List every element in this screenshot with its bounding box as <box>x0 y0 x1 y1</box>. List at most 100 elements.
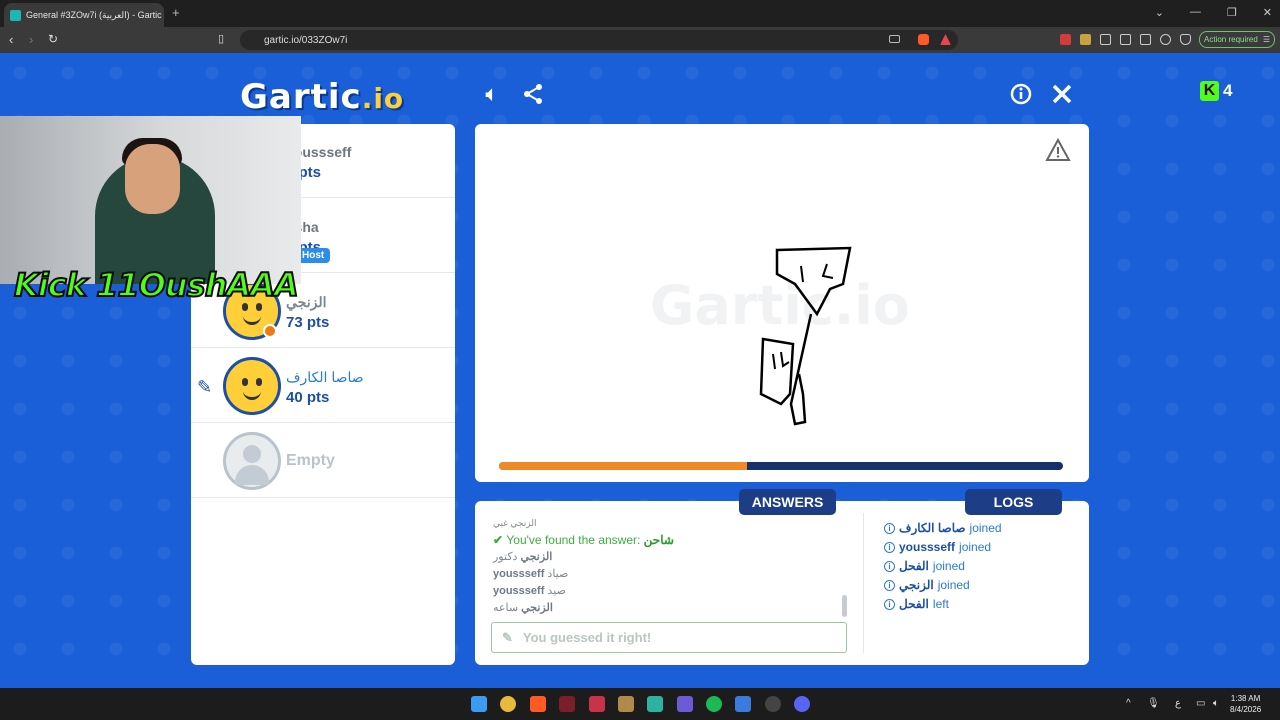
back-icon[interactable]: ‹ <box>9 32 13 47</box>
drawing-canvas[interactable]: Gartic.io <box>475 124 1089 482</box>
pencil-icon: ✎ <box>502 629 513 645</box>
answers-scrollbar[interactable] <box>842 595 847 617</box>
forward-icon[interactable]: › <box>29 32 33 47</box>
leo-ai-icon[interactable] <box>1160 34 1171 45</box>
share-icon[interactable] <box>520 81 546 107</box>
host-badge: Host <box>296 248 331 263</box>
start-icon[interactable] <box>471 696 487 712</box>
answer-item: الزنجي ساعه <box>493 600 843 617</box>
brave-icon[interactable] <box>530 696 546 712</box>
info-icon[interactable] <box>1008 81 1034 107</box>
player-row-empty: Empty <box>191 424 455 498</box>
chat-panel: ANSWERS LOGS الزنجي غبي ✔ You've found t… <box>475 489 1089 665</box>
tab-logs[interactable]: LOGS <box>965 489 1062 515</box>
app-icon-2[interactable] <box>589 696 605 712</box>
action-required-button[interactable]: Action required ☰ <box>1199 31 1275 48</box>
bookmark-icon[interactable]: ▯ <box>218 32 224 45</box>
log-action: joined <box>937 578 970 592</box>
wallet-icon[interactable] <box>1140 34 1151 45</box>
player-points: 73 pts <box>286 314 330 331</box>
app-icon-4[interactable] <box>647 696 663 712</box>
app-icon-6[interactable] <box>765 696 781 712</box>
log-action: left <box>932 597 949 611</box>
answer-text: صياد <box>547 568 569 580</box>
log-item: i صاصا الكارف joined <box>884 519 1084 538</box>
discord-icon[interactable] <box>794 696 810 712</box>
close-game-icon[interactable] <box>1049 81 1075 107</box>
reload-icon[interactable]: ↻ <box>48 32 58 46</box>
log-item: i youssseff joined <box>884 538 1084 557</box>
tab-search-icon[interactable]: ⌄ <box>1155 6 1164 19</box>
player-row: ✎ صاصا الكارف 40 pts <box>191 349 455 423</box>
answer-item: youssseff صيد <box>493 583 843 600</box>
guess-input[interactable]: ✎ You guessed it right! <box>491 622 847 653</box>
log-action: joined <box>959 540 992 554</box>
minimize-icon[interactable]: — <box>1190 6 1201 19</box>
browser-tab[interactable]: General #3ZOw7i (العربية) - Gartic ✕ <box>4 3 164 27</box>
sidebar-icon[interactable] <box>1120 34 1131 45</box>
vpn-shield-icon[interactable] <box>1180 34 1191 45</box>
clock[interactable]: 1:38 AM 8/4/2026 <box>1230 693 1261 715</box>
volume-icon[interactable]: 🔈︎ <box>1213 698 1219 709</box>
empty-avatar-icon <box>223 432 281 490</box>
sound-icon[interactable]: 🔈︎ <box>479 81 505 107</box>
app-icon-1[interactable] <box>559 696 575 712</box>
player-points: 40 pts <box>286 389 330 406</box>
info-icon: i <box>884 599 895 610</box>
round-progress-bar <box>499 462 1063 470</box>
log-action: joined <box>969 521 1002 535</box>
streamer-overlay-text: Kick 11OushAAA <box>13 265 300 305</box>
mic-icon[interactable]: 🎙︎ <box>1147 698 1160 709</box>
windows-taskbar: ^ 🎙︎ ع ▭ 🔈︎ 1:38 AM 8/4/2026 <box>0 688 1280 720</box>
answer-text: صيد <box>547 585 566 597</box>
answer-item: youssseff صياد <box>493 566 843 583</box>
answer-user: youssseff <box>493 568 545 580</box>
chrome-icon[interactable] <box>500 696 516 712</box>
spotify-icon[interactable] <box>706 696 722 712</box>
logo-main-text: Gartic <box>240 77 362 117</box>
tab-title: General #3ZOw7i (العربية) - Gartic <box>26 9 162 20</box>
extension-red-icon[interactable] <box>1060 34 1071 45</box>
log-item: i الفحل left <box>884 595 1084 614</box>
guess-placeholder: You guessed it right! <box>522 630 652 645</box>
browser-toolbar: ‹ › ↻ ▯ gartic.io/033ZOw7i <box>0 27 1280 53</box>
clock-date: 8/4/2026 <box>1230 705 1262 714</box>
url-text: gartic.io/033ZOw7i <box>264 34 348 46</box>
tab-answers[interactable]: ANSWERS <box>739 489 836 515</box>
status-dot-icon <box>263 324 277 338</box>
tray-chevron-icon[interactable]: ^ <box>1126 698 1131 709</box>
report-warning-icon[interactable] <box>1045 137 1071 162</box>
action-required-label: Action required <box>1204 35 1258 44</box>
close-window-icon[interactable]: ✕ <box>1263 6 1272 19</box>
panel-divider <box>863 513 864 653</box>
answer-item: الزنجي دكتور <box>493 549 843 566</box>
check-icon: ✔ <box>493 533 507 547</box>
kick-logo-icon: K <box>1200 81 1219 101</box>
menu-icon: ☰ <box>1262 35 1270 44</box>
language-indicator[interactable]: ع <box>1175 698 1181 709</box>
drawing-strokes <box>759 246 852 426</box>
correct-answer: شاحن <box>643 533 674 547</box>
cast-icon[interactable] <box>889 35 900 43</box>
new-tab-icon[interactable]: + <box>172 5 180 20</box>
extension-mail-icon[interactable] <box>1080 34 1091 45</box>
player-avatar <box>223 357 281 415</box>
logs-list: i صاصا الكارف joined i youssseff joined i الف… <box>884 519 1084 614</box>
log-user: الفحل <box>899 597 929 611</box>
streamer-webcam <box>0 116 301 284</box>
log-user: صاصا الكارف <box>899 521 966 535</box>
app-icon-3[interactable] <box>618 696 634 712</box>
address-bar[interactable]: gartic.io/033ZOw7i <box>240 30 958 50</box>
drawing-pencil-icon: ✎ <box>197 377 213 397</box>
round-progress-fill <box>499 462 748 470</box>
log-item: i الزنجي joined <box>884 576 1084 595</box>
answer-item: الزنجي غبي <box>493 515 843 532</box>
camera-app-icon[interactable] <box>735 696 751 712</box>
network-icon[interactable]: ▭ <box>1196 698 1205 709</box>
brave-shield-icon[interactable] <box>918 34 929 45</box>
app-icon-5[interactable] <box>677 696 693 712</box>
extensions-puzzle-icon[interactable] <box>1100 34 1111 45</box>
info-icon: i <box>884 523 895 534</box>
player-name: Empty <box>286 452 335 469</box>
maximize-icon[interactable]: ❐ <box>1227 6 1237 19</box>
